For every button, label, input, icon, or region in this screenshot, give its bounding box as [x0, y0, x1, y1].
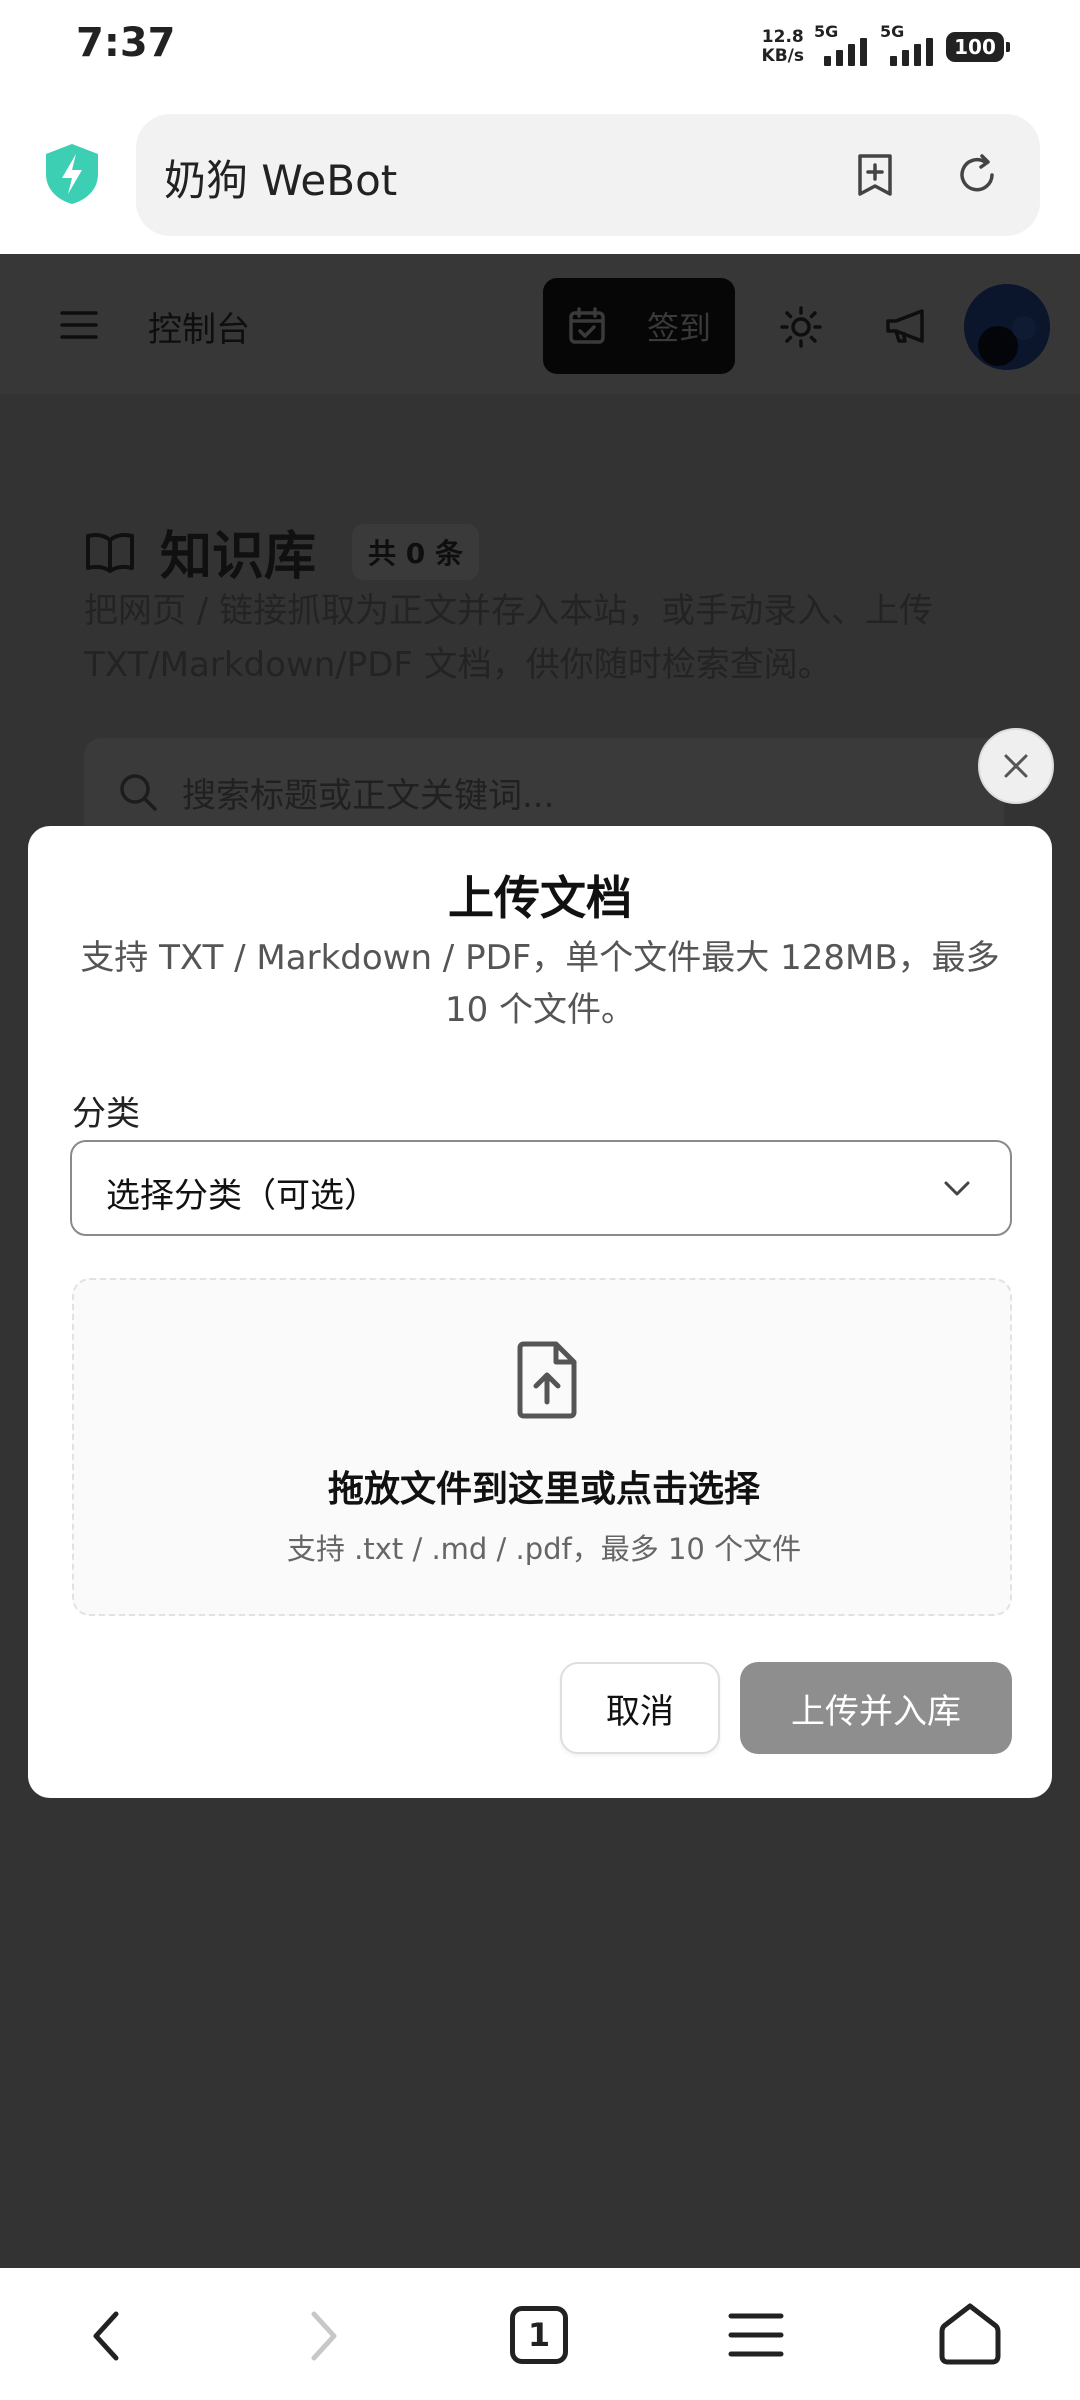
status-time: 7:37: [76, 20, 176, 66]
status-indicators: 12.8 KB/s 5G 5G 100: [762, 22, 1010, 72]
search-icon: [120, 774, 157, 811]
knowledge-base-count: 共 0 条: [352, 523, 479, 580]
upload-modal: 上传文档 支持 TXT / Markdown / PDF，单个文件最大 128M…: [28, 826, 1052, 1798]
network-speed-value: 12.8: [761, 27, 804, 47]
forward-icon[interactable]: [308, 2308, 340, 2364]
tabs-count: 1: [527, 2316, 551, 2354]
page-title: 奶狗 WeBot: [164, 156, 398, 205]
calendar-icon: [569, 307, 605, 344]
app-title: 控制台: [148, 310, 250, 350]
knowledge-base-heading: 知识库 共 0 条: [84, 514, 479, 589]
signal-icon: 5G: [814, 22, 870, 70]
battery-level: 100: [954, 35, 996, 59]
close-icon: [1004, 754, 1028, 778]
shield-icon[interactable]: [42, 142, 102, 206]
address-bar[interactable]: 奶狗 WeBot: [136, 114, 1040, 236]
modal-close-button[interactable]: [978, 728, 1054, 804]
menu-icon[interactable]: [60, 310, 98, 340]
bookmark-add-icon[interactable]: [850, 150, 900, 200]
network-speed: 12.8 KB/s: [762, 28, 804, 66]
search-placeholder: 搜索标题或正文关键词...: [182, 776, 555, 816]
app-header: 控制台 签到: [0, 254, 1080, 394]
megaphone-icon[interactable]: [884, 306, 930, 346]
dropzone-title: 拖放文件到这里或点击选择: [327, 1469, 760, 1510]
category-select-value: 选择分类（可选）: [106, 1176, 378, 1216]
knowledge-base-title: 知识库: [160, 527, 317, 587]
modal-description: 支持 TXT / Markdown / PDF，单个文件最大 128MB，最多 …: [80, 938, 1000, 1030]
sun-icon[interactable]: [780, 306, 822, 348]
battery-icon: 100: [946, 32, 1010, 62]
book-icon: [86, 532, 134, 573]
checkin-label: 签到: [646, 309, 711, 347]
file-dropzone[interactable]: 拖放文件到这里或点击选择 支持 .txt / .md / .pdf，最多 10 …: [72, 1278, 1012, 1616]
browser-menu-icon[interactable]: [728, 2312, 784, 2358]
home-icon[interactable]: [938, 2302, 1002, 2366]
knowledge-base-description: 把网页 / 链接抓取为正文并存入本站，或手动录入、上传 TXT/Markdown…: [84, 591, 934, 685]
status-bar: 7:37 12.8 KB/s 5G 5G 100: [0, 0, 1080, 96]
chevron-down-icon: [944, 1181, 970, 1196]
network-speed-unit: KB/s: [761, 46, 804, 66]
cancel-button[interactable]: 取消: [560, 1662, 720, 1754]
category-select[interactable]: 选择分类（可选）: [70, 1140, 1012, 1236]
checkin-button[interactable]: 签到: [543, 278, 735, 374]
modal-title: 上传文档: [448, 871, 632, 925]
avatar-image: [964, 284, 1050, 370]
signal-icon-2: 5G: [880, 22, 936, 70]
avatar[interactable]: [964, 284, 1050, 370]
browser-bottom-nav: 1: [0, 2268, 1080, 2400]
reload-icon[interactable]: [952, 150, 1002, 200]
dropzone-hint: 支持 .txt / .md / .pdf，最多 10 个文件: [286, 1532, 802, 1566]
category-label: 分类: [72, 1094, 140, 1134]
upload-submit-button[interactable]: 上传并入库: [740, 1662, 1012, 1754]
browser-toolbar: 奶狗 WeBot: [0, 96, 1080, 254]
file-upload-icon: [517, 1341, 577, 1419]
tabs-button[interactable]: 1: [510, 2306, 568, 2364]
back-icon[interactable]: [90, 2308, 122, 2364]
